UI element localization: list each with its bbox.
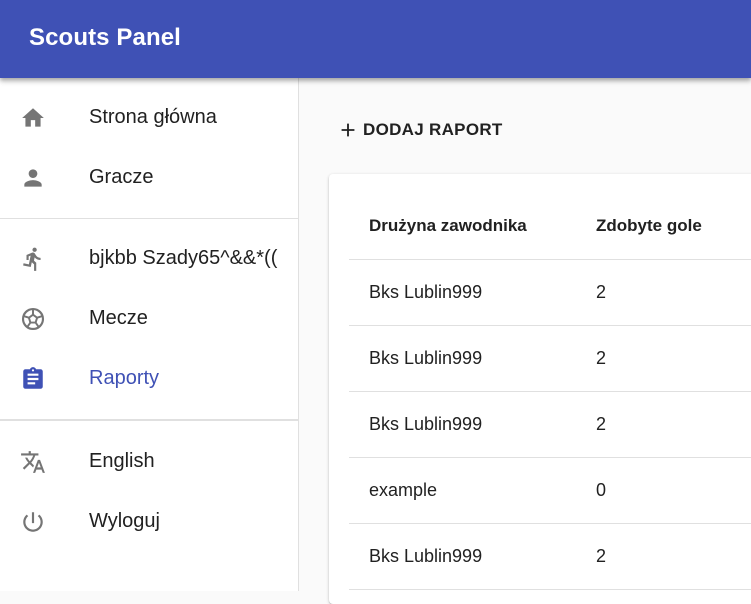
cell-team: example	[369, 480, 438, 500]
translate-icon	[20, 449, 46, 475]
sidebar: Strona główna Gracze bjkbb Szady65^&&*((…	[0, 78, 299, 591]
main-content: DODAJ RAPORT Drużyna zawodnika Zdobyte g…	[299, 78, 751, 604]
home-icon	[20, 105, 46, 131]
sidebar-item-label: Raporty	[89, 367, 160, 389]
person-icon	[20, 165, 46, 191]
cell-goals: 2	[596, 348, 607, 368]
sidebar-item-label: English	[89, 450, 155, 472]
column-header-team[interactable]: Drużyna zawodnika	[369, 216, 527, 236]
sidebar-item-label: Strona główna	[89, 106, 217, 128]
table-row[interactable]: example 0	[349, 458, 751, 524]
table-header-row: Drużyna zawodnika Zdobyte gole	[349, 194, 751, 260]
cell-team: Bks Lublin999	[369, 348, 483, 368]
sidebar-item-label: Gracze	[89, 166, 154, 188]
sidebar-divider	[0, 419, 298, 421]
cell-goals: 2	[596, 414, 607, 434]
sidebar-item-players[interactable]: Gracze	[0, 149, 298, 205]
sidebar-item-logout[interactable]: Wyloguj	[0, 493, 298, 549]
sidebar-item-label: bjkbb Szady65^&&*((	[89, 247, 278, 269]
cell-goals: 2	[596, 546, 607, 566]
cell-goals: 2	[596, 282, 607, 302]
sidebar-item-label: Mecze	[89, 307, 148, 329]
cell-team: Bks Lublin999	[369, 282, 483, 302]
cell-team: Bks Lublin999	[369, 546, 483, 566]
cell-team: Bks Lublin999	[369, 414, 483, 434]
app-bar: Scouts Panel	[0, 0, 751, 78]
app-title: Scouts Panel	[29, 24, 181, 51]
table-row[interactable]: Bks Lublin999 2	[349, 260, 751, 326]
reports-table: Drużyna zawodnika Zdobyte gole Bks Lubli…	[329, 174, 751, 604]
running-person-icon	[20, 246, 46, 272]
sidebar-item-matches[interactable]: Mecze	[0, 290, 298, 346]
sidebar-item-reports[interactable]: Raporty	[0, 350, 298, 406]
add-report-button[interactable]: DODAJ RAPORT	[337, 114, 503, 146]
table-row[interactable]: Bks Lublin999 2	[349, 524, 751, 590]
power-icon	[20, 509, 46, 535]
column-header-goals[interactable]: Zdobyte gole	[596, 216, 702, 236]
sidebar-item-home[interactable]: Strona główna	[0, 89, 298, 145]
soccer-ball-icon	[20, 306, 46, 332]
cell-goals: 0	[596, 480, 607, 500]
table-row[interactable]: Bks Lublin999 2	[349, 392, 751, 458]
sidebar-item-user[interactable]: bjkbb Szady65^&&*((	[0, 230, 298, 286]
table-row[interactable]: Bks Lublin999 2	[349, 326, 751, 392]
sidebar-item-label: Wyloguj	[89, 510, 160, 532]
add-report-label: DODAJ RAPORT	[363, 120, 503, 139]
sidebar-divider	[0, 218, 298, 219]
plus-icon	[337, 119, 359, 141]
sidebar-item-language[interactable]: English	[0, 433, 298, 489]
clipboard-icon	[20, 366, 46, 392]
